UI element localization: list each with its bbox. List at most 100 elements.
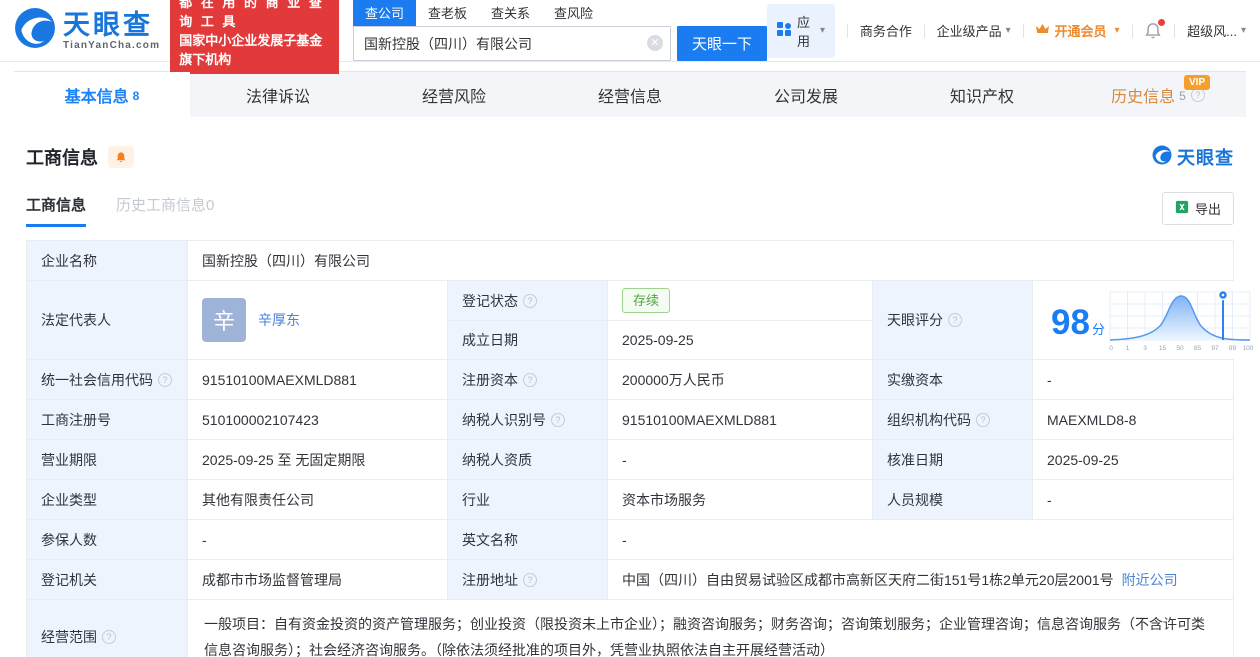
svg-text:99: 99	[1229, 345, 1237, 352]
field-label: 行业	[447, 480, 607, 519]
slogan-line2: 国家中小企业发展子基金旗下机构	[179, 32, 323, 67]
search-button[interactable]: 天眼一下	[676, 26, 767, 61]
field-label: 英文名称	[447, 520, 607, 559]
search-tab-relation[interactable]: 查关系	[479, 0, 542, 26]
reg-address-cell: 中国（四川）自由贸易试验区成都市高新区天府二街151号1栋2单元20层2001号…	[607, 560, 1233, 599]
paid-capital-value: -	[1032, 360, 1233, 399]
help-icon[interactable]	[523, 372, 537, 387]
field-label: 工商注册号	[27, 400, 187, 439]
field-label: 人员规模	[872, 480, 1032, 519]
nav-super-risk[interactable]: 超级风...	[1187, 21, 1246, 40]
table-row: 登记机关 成都市市场监督管理局 注册地址 中国（四川）自由贸易试验区成都市高新区…	[27, 559, 1233, 599]
reg-authority-value: 成都市市场监督管理局	[187, 560, 447, 599]
field-label: 经营范围	[27, 600, 187, 657]
tab-business-info[interactable]: 经营信息	[542, 72, 718, 117]
svg-text:85: 85	[1194, 345, 1202, 352]
help-icon[interactable]	[158, 372, 172, 387]
monitor-bell-icon[interactable]	[108, 146, 134, 168]
field-label: 营业期限	[27, 440, 187, 479]
help-icon[interactable]	[523, 293, 537, 308]
field-label: 参保人数	[27, 520, 187, 559]
tab-company-development[interactable]: 公司发展	[718, 72, 894, 117]
field-label: 统一社会信用代码	[27, 360, 187, 399]
industry-value: 资本市场服务	[607, 480, 872, 519]
reg-capital-value: 200000万人民币	[607, 360, 872, 399]
company-section-tabs: 基本信息 8 法律诉讼 经营风险 经营信息 公司发展 知识产权 VIP 历史信息…	[14, 71, 1246, 117]
table-row: 企业名称 国新控股（四川）有限公司	[27, 241, 1233, 280]
help-icon[interactable]	[948, 313, 962, 327]
established-date-value: 2025-09-25	[607, 320, 872, 359]
search-module: 查公司 查老板 查关系 查风险 天眼一下	[352, 0, 767, 61]
tab-basic-info[interactable]: 基本信息 8	[14, 72, 190, 117]
reg-address-value: 中国（四川）自由贸易试验区成都市高新区天府二街151号1栋2单元20层2001号	[622, 571, 1114, 588]
avatar[interactable]: 辛	[202, 298, 246, 342]
search-tab-boss[interactable]: 查老板	[416, 0, 479, 26]
field-label: 纳税人资质	[447, 440, 607, 479]
subtab-business-registration[interactable]: 工商信息	[26, 194, 87, 227]
score-value: 98	[1051, 302, 1090, 342]
org-code-value: MAEXMLD8-8	[1032, 400, 1233, 439]
score-unit: 分	[1091, 321, 1105, 337]
notification-dot	[1158, 18, 1166, 26]
svg-text:100: 100	[1243, 345, 1254, 352]
search-input[interactable]	[352, 26, 671, 61]
tab-count: 5	[1179, 88, 1186, 103]
field-label: 成立日期	[447, 320, 607, 359]
help-icon[interactable]	[976, 412, 990, 427]
tab-operational-risk[interactable]: 经营风险	[366, 72, 542, 117]
help-icon[interactable]	[102, 630, 116, 644]
top-nav: 应用 商务合作 企业级产品 开通会员 超级风...	[766, 3, 1246, 58]
help-icon[interactable]	[551, 412, 565, 427]
section-title: 工商信息	[26, 148, 98, 168]
field-label: 注册地址	[447, 560, 607, 599]
tab-history-info[interactable]: VIP 历史信息 5	[1070, 72, 1246, 117]
field-label: 企业名称	[27, 241, 187, 280]
main-content: 工商信息 天眼查 工商信息 历史工商信息0 导出 企业名称 国新控股（四川）有限…	[0, 144, 1260, 657]
field-label: 注册资本	[447, 360, 607, 399]
legal-rep-link[interactable]: 辛厚东	[258, 310, 300, 330]
top-header: 天眼查 TianYanCha.com 都 在 用 的 商 业 查 询 工 具 国…	[0, 0, 1260, 74]
nav-cooperation[interactable]: 商务合作	[860, 21, 912, 40]
table-row: 工商注册号 510100002107423 纳税人识别号 91510100MAE…	[27, 399, 1233, 439]
search-tabs: 查公司 查老板 查关系 查风险	[352, 0, 767, 26]
field-label: 登记状态	[447, 281, 607, 320]
search-tab-company[interactable]: 查公司	[352, 0, 416, 26]
tianyancha-watermark: 天眼查	[1152, 144, 1234, 170]
field-label: 企业类型	[27, 480, 187, 519]
nav-enterprise-products[interactable]: 企业级产品	[937, 21, 1011, 40]
tab-legal-proceedings[interactable]: 法律诉讼	[190, 72, 366, 117]
status-cell: 存续	[607, 281, 872, 320]
table-row: 统一社会信用代码 91510100MAEXMLD881 注册资本 200000万…	[27, 359, 1233, 399]
vip-badge: VIP	[1184, 75, 1211, 90]
tab-intellectual-property[interactable]: 知识产权	[894, 72, 1070, 117]
table-row: 经营范围 一般项目：自有资金投资的资产管理服务；创业投资（限投资未上市企业）；融…	[27, 599, 1233, 657]
tab-count: 8	[132, 88, 140, 103]
notification-bell-icon[interactable]	[1144, 18, 1166, 40]
table-row: 法定代表人 辛 辛厚东 登记状态 存续 天眼评分 98 分	[27, 280, 1260, 359]
clear-icon[interactable]	[646, 35, 663, 51]
search-tab-risk[interactable]: 查风险	[542, 0, 605, 26]
table-row: 营业期限 2025-09-25 至 无固定期限 纳税人资质 - 核准日期 202…	[27, 439, 1233, 479]
biz-term-value: 2025-09-25 至 无固定期限	[187, 440, 447, 479]
reg-number-value: 510100002107423	[187, 400, 447, 439]
divider	[1131, 23, 1133, 38]
table-row: 参保人数 - 英文名称 -	[27, 519, 1233, 559]
svg-text:1: 1	[1126, 345, 1130, 352]
insured-value: -	[187, 520, 447, 559]
export-button[interactable]: 导出	[1161, 192, 1234, 225]
taxpayer-qual-value: -	[607, 440, 872, 479]
nearby-companies-link[interactable]: 附近公司	[1122, 570, 1178, 590]
divider	[1022, 23, 1024, 38]
help-icon[interactable]	[523, 572, 537, 587]
crown-icon	[1035, 23, 1050, 38]
apps-grid-icon	[776, 21, 792, 40]
tianyancha-logo[interactable]: 天眼查 TianYanCha.com	[14, 7, 160, 54]
apps-menu[interactable]: 应用	[766, 3, 836, 58]
table-row: 企业类型 其他有限责任公司 行业 资本市场服务 人员规模 -	[27, 479, 1233, 519]
subtab-history-registration[interactable]: 历史工商信息0	[116, 194, 214, 227]
business-info-table: 企业名称 国新控股（四川）有限公司 法定代表人 辛 辛厚东 登记状态 存续 天眼…	[26, 240, 1260, 657]
tianyancha-swirl-icon	[14, 7, 56, 54]
divider	[923, 23, 925, 38]
nav-open-vip[interactable]: 开通会员	[1035, 21, 1119, 40]
status-badge: 存续	[622, 288, 671, 313]
